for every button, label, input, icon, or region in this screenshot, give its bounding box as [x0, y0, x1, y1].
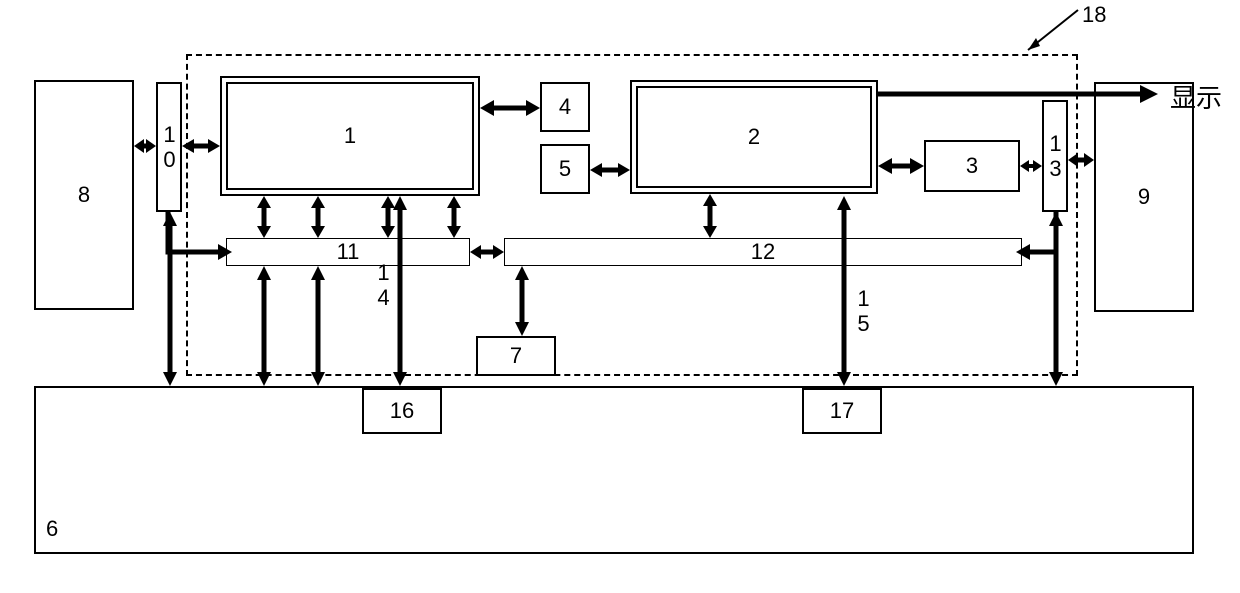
arrow-3-13 [1020, 156, 1042, 176]
arrow-5-2 [590, 160, 630, 180]
block-8: 8 [34, 80, 134, 310]
arrow-1-11-d [444, 196, 464, 238]
arrow-13-6 [1046, 212, 1066, 386]
arrow-12-7 [512, 266, 532, 336]
block-2: 2 [636, 86, 872, 188]
block-13-label: 13 [1042, 131, 1068, 181]
bus-12: 12 [504, 238, 1022, 266]
arrow-11-6-a [254, 266, 274, 386]
leader-18 [1010, 8, 1090, 58]
block-7: 7 [476, 336, 556, 376]
arrow-11-12 [470, 242, 504, 262]
arrow-10-6 [160, 212, 180, 386]
block-1: 1 [226, 82, 474, 190]
block-5: 5 [540, 144, 590, 194]
label-18: 18 [1082, 2, 1106, 28]
block-6: 6 [34, 386, 1194, 554]
arrow-15 [834, 196, 854, 386]
block-10-label: 10 [156, 122, 182, 172]
arrow-output [878, 84, 1158, 104]
arrow-1-11-a [254, 196, 274, 238]
arrow-2-3 [878, 156, 924, 176]
block-6-label: 6 [46, 516, 58, 542]
arrow-14 [390, 196, 410, 386]
block-4: 4 [540, 82, 590, 132]
output-label: 显示 [1170, 78, 1222, 115]
block-13: 13 [1042, 100, 1068, 212]
block-3: 3 [924, 140, 1020, 192]
diagram-canvas: 18 8 10 1 4 5 2 3 13 9 11 12 7 16 17 6 1… [0, 0, 1240, 593]
block-10: 10 [156, 82, 182, 212]
arrow-13-9 [1068, 150, 1094, 170]
arrow-11-6-b [308, 266, 328, 386]
arrow-2-12 [700, 194, 720, 238]
arrow-8-10 [134, 136, 156, 156]
block-9: 9 [1094, 82, 1194, 312]
arrow-1-4 [480, 98, 540, 118]
bus-11: 11 [226, 238, 470, 266]
arrow-1-11-b [308, 196, 328, 238]
arrow-10-1 [182, 136, 220, 156]
